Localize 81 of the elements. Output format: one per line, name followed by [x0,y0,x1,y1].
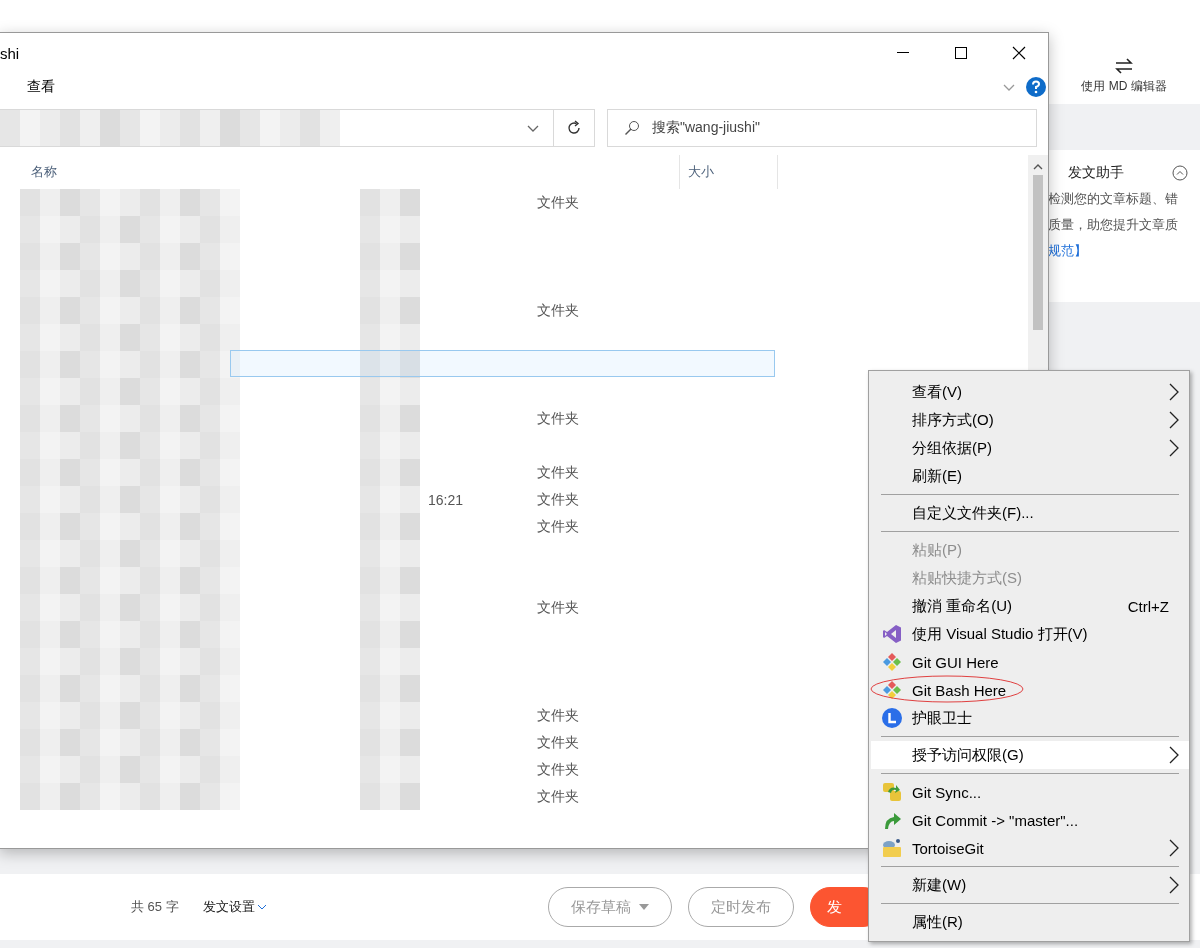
menu-item[interactable]: 排序方式(O) [871,406,1189,434]
ribbon-tab[interactable]: 查看 [27,78,55,96]
collapse-icon[interactable] [1172,165,1188,181]
redacted-name [360,459,420,486]
diamond-cluster-icon [881,652,902,672]
redacted-name [360,324,420,351]
redacted-name [360,216,420,243]
caret-down-icon [638,904,649,910]
redacted-name [360,675,420,702]
scroll-up-icon[interactable] [1033,163,1043,171]
file-type: 文件夹 [537,463,579,480]
refresh-icon[interactable] [566,120,582,136]
file-type: 文件夹 [537,787,579,804]
redacted-name [360,189,420,216]
column-header[interactable]: 大小 [688,163,714,181]
letter-l-circle-icon [881,708,902,728]
word-count: 共 65 字 [131,898,179,916]
redacted-name [360,540,420,567]
help-icon[interactable] [1026,77,1046,97]
menu-item[interactable]: Git GUI Here [871,648,1189,676]
turtle-folder-icon [880,838,903,858]
file-type: 文件夹 [537,760,579,777]
modified-time: 16:21 [428,491,464,508]
file-type: 文件夹 [537,193,579,210]
redacted-name [360,702,420,729]
menu-item[interactable]: 授予访问权限(G) [871,741,1189,769]
file-type: 文件夹 [537,517,579,534]
scroll-thumb[interactable] [1033,175,1043,330]
file-type: 文件夹 [537,706,579,723]
redacted-name [360,783,420,810]
window-title: shi [0,44,20,62]
redacted-name [360,756,420,783]
search-icon [624,120,640,136]
redacted-name [360,594,420,621]
redacted-name [360,243,420,270]
redacted-name [360,270,420,297]
redacted-name [360,405,420,432]
file-type: 文件夹 [537,301,579,318]
assistant-text: 规范】 [1048,242,1088,260]
md-editor-toggle[interactable]: 使用 MD 编辑器 [1048,0,1200,104]
menu-item[interactable]: 使用 Visual Studio 打开(V) [871,620,1189,648]
assistant-text: 检测您的文章标题、错 [1048,190,1179,208]
menu-item[interactable]: TortoiseGit [871,834,1189,862]
visual-studio-icon [881,624,902,644]
redacted-name [360,297,420,324]
md-editor-label: 使用 MD 编辑器 [1081,77,1167,95]
search-field[interactable]: 搜索"wang-jiushi" [607,109,1037,147]
file-type: 文件夹 [537,490,579,507]
redacted-name [360,513,420,540]
menu-item[interactable]: Git Bash Here [871,676,1189,704]
menu-item[interactable]: 撤消 重命名(U) Ctrl+Z [871,592,1189,620]
menu-item[interactable]: 刷新(E) [871,462,1189,490]
menu-item[interactable]: Git Commit -> "master"... [871,806,1189,834]
chevron-down-icon [256,903,267,911]
menu-item[interactable]: 自定义文件夹(F)... [871,499,1189,527]
assistant-title: 发文助手 [1068,164,1124,182]
file-type: 文件夹 [537,598,579,615]
minimize-icon [897,52,909,54]
redacted-name [360,432,420,459]
close-icon [1012,46,1026,60]
redacted-name [360,621,420,648]
menu-item[interactable]: 分组依据(P) [871,434,1189,462]
maximize-icon [955,47,967,59]
row-selection[interactable] [230,350,775,377]
redacted-name [360,486,420,513]
menu-item[interactable]: Git Sync... [871,778,1189,806]
redacted-name [360,729,420,756]
redacted-name [360,378,420,405]
menu-item[interactable]: 护眼卫士 [871,704,1189,732]
diamond-cluster-icon [881,680,902,700]
swap-arrows-icon [1115,57,1133,74]
file-type: 文件夹 [537,409,579,426]
sync-arrows-icon [881,782,902,802]
redacted-name [360,648,420,675]
redacted-name [360,567,420,594]
file-type: 文件夹 [537,733,579,750]
menu-item[interactable]: 查看(V) [871,378,1189,406]
assistant-text: 质量，助您提升文章质 [1048,216,1179,234]
publish-settings-link[interactable]: 发文设置 [202,898,267,916]
redacted-name [360,351,420,378]
column-header[interactable]: 名称 [31,163,57,181]
